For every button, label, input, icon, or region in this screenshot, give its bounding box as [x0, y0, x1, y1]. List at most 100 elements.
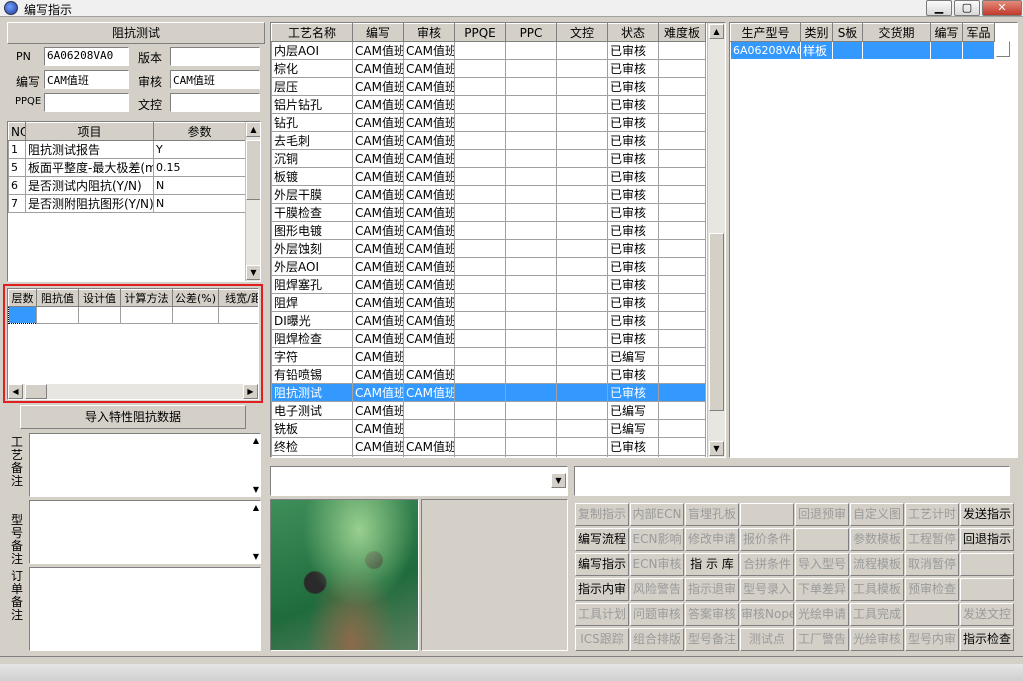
action-button[interactable]: 组合排版 [630, 628, 684, 651]
process-row[interactable]: 板镀 CAM值班 CAM值班 已审核 [271, 167, 706, 186]
scroll-left-icon[interactable]: ◀ [8, 384, 23, 399]
action-button[interactable] [795, 528, 849, 551]
action-button[interactable]: 光绘申请 [795, 603, 849, 626]
process-row[interactable]: 钻孔 CAM值班 CAM值班 已审核 [271, 113, 706, 132]
param-value[interactable]: 0.15 [153, 158, 246, 177]
review-field[interactable]: CAM值班 [170, 70, 260, 89]
ppqe-field[interactable] [44, 93, 129, 112]
process-row[interactable]: 成品仓CAM值班CAM值班已审核 [271, 455, 706, 457]
action-button[interactable]: 指示退审 [685, 578, 739, 601]
param-row[interactable]: 1 阻抗测试报告 Y [8, 140, 246, 159]
action-button[interactable]: 流程模板 [850, 553, 904, 576]
maximize-button[interactable]: ▢ [954, 0, 980, 16]
scroll-right-icon[interactable]: ▶ [243, 384, 258, 399]
action-button[interactable]: 发送文控 [960, 603, 1014, 626]
action-button[interactable]: 工具完成 [850, 603, 904, 626]
process-row[interactable]: 有铅喷锡 CAM值班 CAM值班 已审核 [271, 365, 706, 384]
hscroll-thumb[interactable] [25, 384, 47, 399]
process-row[interactable]: 内层AOI CAM值班 CAM值班 已审核 [271, 41, 706, 60]
orders-col[interactable]: S板 [832, 23, 863, 42]
action-button[interactable]: 指 示 库 [685, 553, 739, 576]
action-button[interactable]: 型号备注 [685, 628, 739, 651]
impedance-cell[interactable] [218, 306, 258, 324]
process-col[interactable]: 状态 [607, 23, 659, 42]
process-row[interactable]: 沉铜 CAM值班 CAM值班 已审核 [271, 149, 706, 168]
param-value[interactable]: N [153, 176, 246, 195]
action-button[interactable] [905, 603, 959, 626]
process-row[interactable]: 去毛刺 CAM值班 CAM值班 已审核 [271, 131, 706, 150]
action-button[interactable]: 答案审核 [685, 603, 739, 626]
message-field[interactable] [574, 466, 1010, 496]
process-row[interactable]: 图形电镀 CAM值班 CAM值班 已审核 [271, 221, 706, 240]
process-row[interactable]: 字符 CAM值班 已编写 [271, 347, 706, 366]
process-row[interactable]: 外层AOI CAM值班 CAM值班 已审核 [271, 257, 706, 276]
process-row[interactable]: 阻抗测试 CAM值班 CAM值班 已审核 [271, 383, 706, 402]
action-button[interactable]: 修改申请 [685, 528, 739, 551]
process-row[interactable]: 阻焊 CAM值班 CAM值班 已审核 [271, 293, 706, 312]
process-row[interactable]: 铝片钻孔 CAM值班 CAM值班 已审核 [271, 95, 706, 114]
action-button[interactable]: 型号内审 [905, 628, 959, 651]
impedance-cell[interactable] [172, 306, 219, 324]
param-row[interactable]: 7 是否测附阻抗图形(Y/N) N [8, 194, 246, 213]
impedance-col[interactable]: 线宽/距 [218, 289, 258, 307]
process-row[interactable]: 外层干膜 CAM值班 CAM值班 已审核 [271, 185, 706, 204]
process-row[interactable]: 阻焊检查 CAM值班 CAM值班 已审核 [271, 329, 706, 348]
action-button[interactable]: 型号录入 [740, 578, 794, 601]
action-button[interactable]: 指示检查 [960, 628, 1014, 651]
process-scrollbar[interactable]: ▲ ▼ [707, 23, 725, 457]
chevron-down-icon[interactable]: ▼ [253, 552, 259, 561]
process-col[interactable]: PPC [505, 23, 557, 42]
chevron-down-icon[interactable]: ▼ [551, 473, 566, 488]
model-note-field[interactable]: ▲ ▼ [29, 500, 261, 564]
orders-col[interactable]: 军品 [962, 23, 995, 42]
action-button[interactable]: 问题审核 [630, 603, 684, 626]
combo-box[interactable]: ▼ [270, 466, 568, 496]
orders-col[interactable]: 类别 [800, 23, 833, 42]
minimize-button[interactable]: ▁ [926, 0, 952, 16]
process-row[interactable]: 阻焊塞孔 CAM值班 CAM值班 已审核 [271, 275, 706, 294]
action-button[interactable]: 测试点 [740, 628, 794, 651]
param-col-no[interactable]: NO [8, 122, 26, 141]
impedance-cell[interactable] [120, 306, 173, 324]
impedance-col[interactable]: 层数 [8, 289, 37, 307]
import-impedance-button[interactable]: 导入特性阻抗数据 [20, 405, 246, 429]
param-row[interactable]: 6 是否测试内阻抗(Y/N) N [8, 176, 246, 195]
param-row[interactable]: 5板面平整度-最大极差(mm)0.15 [8, 158, 246, 177]
impedance-cell[interactable] [78, 306, 121, 324]
process-col[interactable]: 难度板 [658, 23, 706, 42]
action-button[interactable]: 风险警告 [630, 578, 684, 601]
param-value[interactable]: Y [153, 140, 246, 159]
param-scrollbar[interactable]: ▲ ▼ [245, 122, 260, 281]
action-button[interactable]: 审核Nope [740, 603, 794, 626]
scroll-up-icon[interactable]: ▲ [709, 24, 724, 39]
doc-control-field[interactable] [170, 93, 260, 112]
scroll-down-icon[interactable]: ▼ [709, 441, 724, 456]
action-button[interactable]: 合拼条件 [740, 553, 794, 576]
order-note-field[interactable] [29, 567, 261, 651]
process-row[interactable]: 电子测试 CAM值班 已编写 [271, 401, 706, 420]
action-button[interactable]: ECN影响 [630, 528, 684, 551]
action-button[interactable]: 编写指示 [575, 553, 629, 576]
process-col[interactable]: 文控 [556, 23, 608, 42]
process-row[interactable]: 终检 CAM值班 CAM值班 已审核 [271, 437, 706, 456]
process-row[interactable]: 铣板 CAM值班 已编写 [271, 419, 706, 438]
action-button[interactable]: 盲埋孔板 [685, 503, 739, 526]
scroll-thumb[interactable] [246, 140, 260, 200]
version-field[interactable] [170, 47, 260, 66]
action-button[interactable]: 回退预审 [795, 503, 849, 526]
pn-field[interactable]: 6A06208VA0 [44, 47, 129, 66]
impedance-col[interactable]: 计算方法 [120, 289, 173, 307]
action-button[interactable]: 工厂警告 [795, 628, 849, 651]
action-button[interactable]: 工艺计时 [905, 503, 959, 526]
impedance-hscrollbar[interactable]: ◀ ▶ [8, 384, 258, 399]
scroll-up-icon[interactable]: ▲ [246, 122, 260, 137]
process-row[interactable]: 棕化 CAM值班 CAM值班 已审核 [271, 59, 706, 78]
action-button[interactable]: 工具计划 [575, 603, 629, 626]
orders-col[interactable]: 编写 [930, 23, 963, 42]
action-button[interactable]: 回退指示 [960, 528, 1014, 551]
process-row[interactable]: 干膜检查 CAM值班 CAM值班 已审核 [271, 203, 706, 222]
scroll-thumb[interactable] [709, 233, 724, 411]
process-note-field[interactable]: ▲ ▼ [29, 433, 261, 497]
action-button[interactable]: 工具模板 [850, 578, 904, 601]
orders-scrollbar[interactable] [996, 41, 1010, 57]
